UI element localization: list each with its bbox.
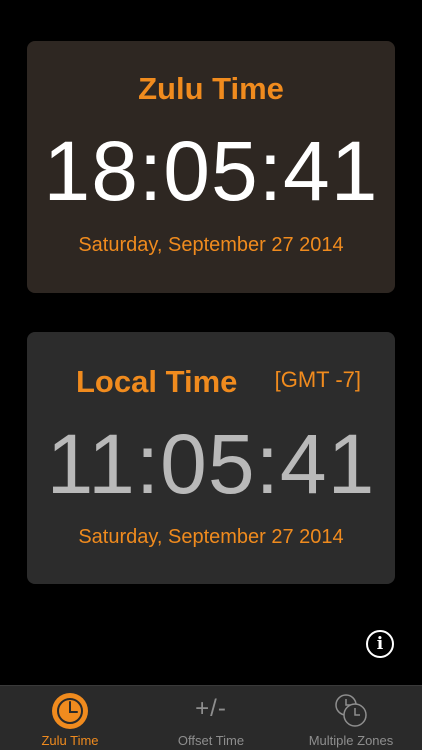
timezone-offset-label: [GMT -7] [274,367,361,392]
tab-zulu-time[interactable]: Zulu Time [0,686,140,750]
local-time-card: Local Time [GMT -7] 11:05:41 Saturday, S… [27,332,395,584]
local-time-title: Local Time [76,364,238,399]
zulu-date: Saturday, September 27 2014 [78,234,344,256]
tab-multiple-zones[interactable]: Multiple Zones [281,686,421,750]
clock-icon [52,693,88,729]
plus-minus-icon: +/- [195,695,227,722]
info-icon: i [376,634,384,654]
tab-offset-time-label: Offset Time [177,733,245,748]
zulu-time-title: Zulu Time [138,71,284,106]
info-button[interactable]: i [366,630,394,658]
local-clock: 11:05:41 [46,417,376,511]
tab-zulu-time-label: Zulu Time [41,733,99,748]
tab-bar: Zulu Time +/- Offset Time Multiple Zones [0,685,422,750]
zulu-clock: 18:05:41 [43,124,379,218]
zulu-time-card: Zulu Time 18:05:41 Saturday, September 2… [27,41,395,293]
local-date: Saturday, September 27 2014 [78,526,344,548]
multiple-clocks-icon [335,694,367,727]
tab-multiple-zones-label: Multiple Zones [308,733,394,748]
tab-offset-time[interactable]: +/- Offset Time [141,686,281,750]
